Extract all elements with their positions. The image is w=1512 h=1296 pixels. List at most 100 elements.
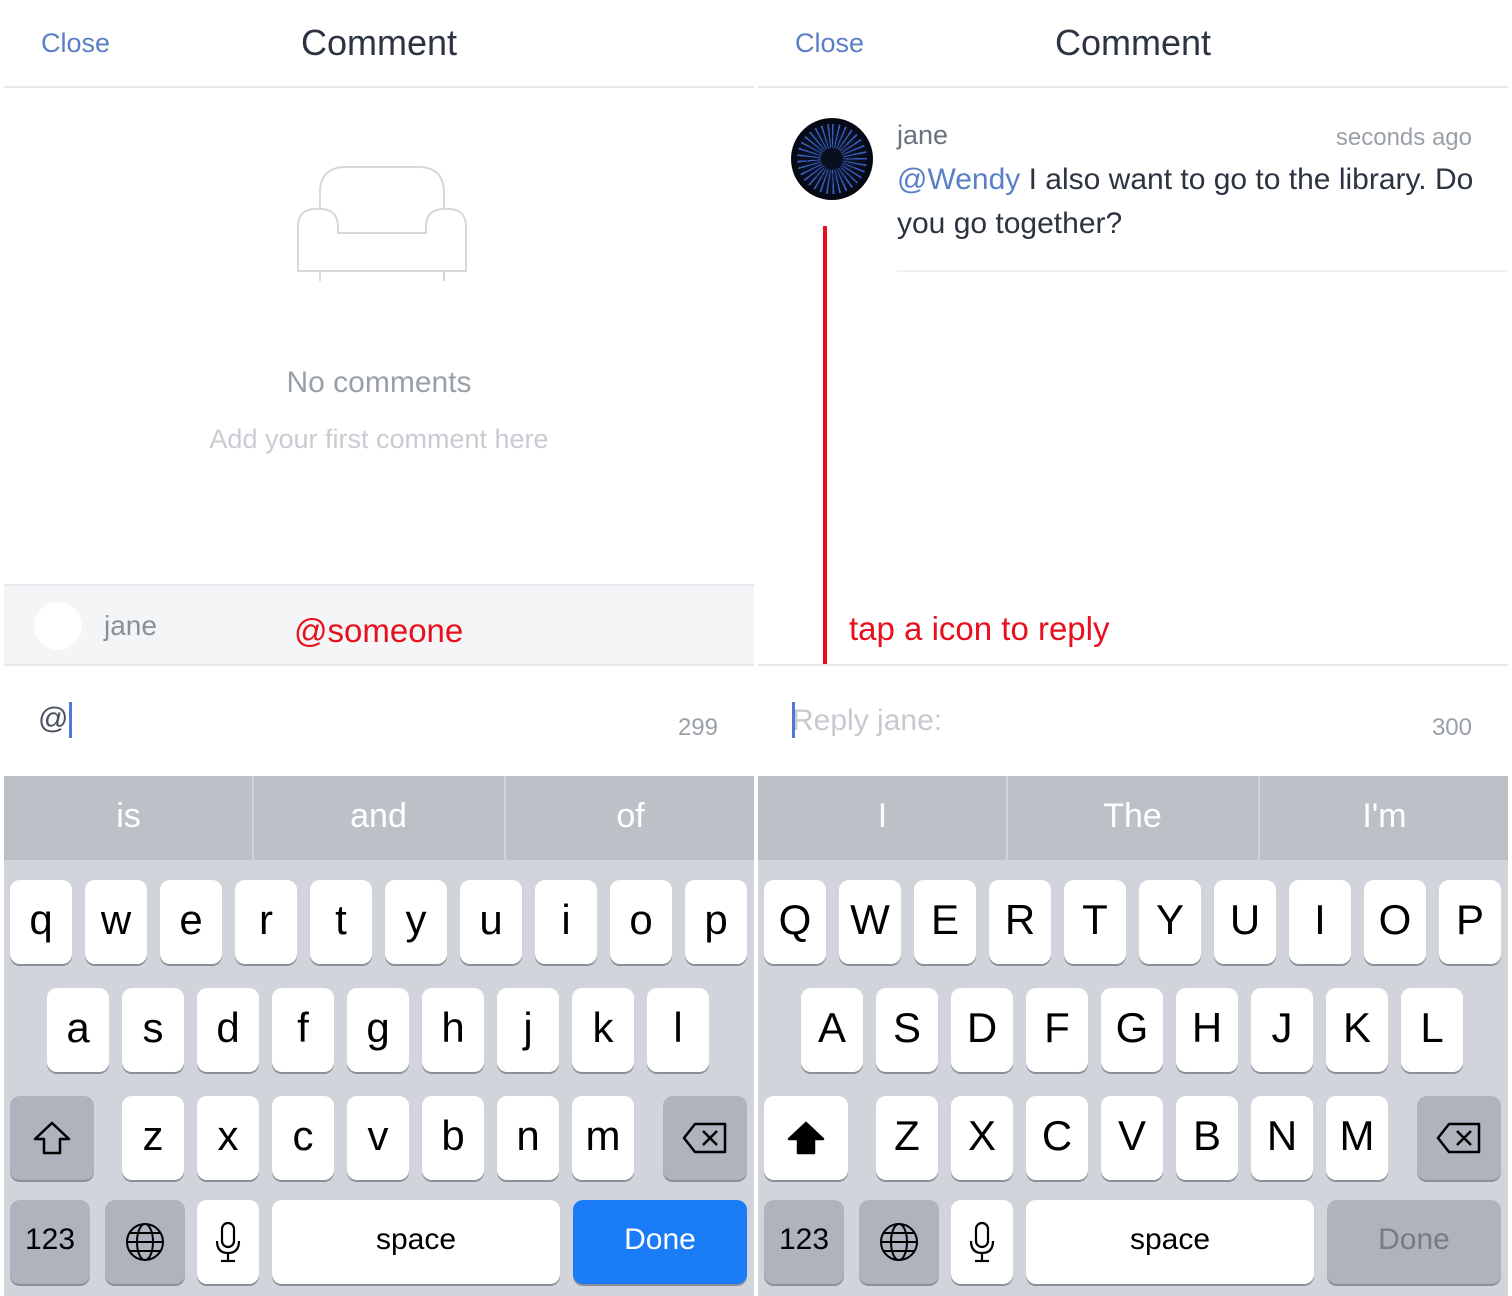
key[interactable]: B bbox=[1176, 1096, 1238, 1180]
globe-key[interactable] bbox=[105, 1200, 185, 1284]
key[interactable]: i bbox=[535, 880, 597, 964]
key[interactable]: u bbox=[460, 880, 522, 964]
suggestion[interactable]: is bbox=[4, 776, 253, 860]
key[interactable]: j bbox=[497, 988, 559, 1072]
backspace-icon bbox=[682, 1122, 727, 1154]
key[interactable]: l bbox=[647, 988, 709, 1072]
shift-icon bbox=[787, 1121, 825, 1155]
delete-key[interactable] bbox=[1417, 1096, 1501, 1180]
suggestion-bar: I The I'm bbox=[758, 776, 1508, 860]
key[interactable]: m bbox=[572, 1096, 634, 1180]
sofa-icon bbox=[294, 165, 470, 290]
empty-subtitle: Add your first comment here bbox=[209, 424, 549, 454]
microphone-icon bbox=[969, 1221, 995, 1263]
key[interactable]: J bbox=[1251, 988, 1313, 1072]
right-screen: Close Comment jane seconds ago @Wendy I … bbox=[758, 0, 1508, 1296]
key[interactable]: e bbox=[160, 880, 222, 964]
space-key[interactable]: space bbox=[1026, 1200, 1314, 1284]
key[interactable]: L bbox=[1401, 988, 1463, 1072]
key[interactable]: E bbox=[914, 880, 976, 964]
char-counter: 299 bbox=[677, 714, 718, 741]
suggestion[interactable]: of bbox=[506, 776, 754, 860]
shift-key[interactable] bbox=[10, 1096, 94, 1180]
globe-key[interactable] bbox=[859, 1200, 939, 1284]
numbers-key[interactable]: 123 bbox=[764, 1200, 844, 1284]
keyboard: I The I'm Q W E R T Y U I O P A S D F G … bbox=[758, 776, 1508, 1296]
key[interactable]: N bbox=[1251, 1096, 1313, 1180]
key[interactable]: C bbox=[1026, 1096, 1088, 1180]
input-value: @ bbox=[38, 702, 69, 735]
microphone-icon bbox=[215, 1221, 241, 1263]
key[interactable]: W bbox=[839, 880, 901, 964]
globe-icon bbox=[880, 1223, 918, 1261]
avatar[interactable] bbox=[791, 118, 873, 200]
key[interactable]: z bbox=[122, 1096, 184, 1180]
key[interactable]: F bbox=[1026, 988, 1088, 1072]
key[interactable]: G bbox=[1101, 988, 1163, 1072]
delete-key[interactable] bbox=[663, 1096, 747, 1180]
space-key[interactable]: space bbox=[272, 1200, 560, 1284]
key[interactable]: X bbox=[951, 1096, 1013, 1180]
key[interactable]: b bbox=[422, 1096, 484, 1180]
divider bbox=[897, 270, 1508, 272]
key[interactable]: Z bbox=[876, 1096, 938, 1180]
suggestion-bar: is and of bbox=[4, 776, 754, 860]
suggestion[interactable]: I'm bbox=[1260, 776, 1508, 860]
key[interactable]: V bbox=[1101, 1096, 1163, 1180]
key[interactable]: w bbox=[85, 880, 147, 964]
keyboard: is and of q w e r t y u i o p a s d f g … bbox=[4, 776, 754, 1296]
key[interactable]: Y bbox=[1139, 880, 1201, 964]
key[interactable]: R bbox=[989, 880, 1051, 964]
suggestion[interactable]: and bbox=[254, 776, 503, 860]
mic-key[interactable] bbox=[951, 1200, 1013, 1284]
key[interactable]: g bbox=[347, 988, 409, 1072]
key[interactable]: q bbox=[10, 880, 72, 964]
shift-icon bbox=[33, 1121, 71, 1155]
key[interactable]: p bbox=[685, 880, 747, 964]
suggestion[interactable]: The bbox=[1008, 776, 1257, 860]
key[interactable]: T bbox=[1064, 880, 1126, 964]
key[interactable]: k bbox=[572, 988, 634, 1072]
suggestion[interactable]: I bbox=[758, 776, 1007, 860]
key[interactable]: A bbox=[801, 988, 863, 1072]
avatar bbox=[34, 602, 82, 650]
key[interactable]: y bbox=[385, 880, 447, 964]
key[interactable]: t bbox=[310, 880, 372, 964]
key[interactable]: O bbox=[1364, 880, 1426, 964]
key[interactable]: n bbox=[497, 1096, 559, 1180]
page-title: Comment bbox=[300, 22, 458, 63]
comment-text: @Wendy I also want to go to the library.… bbox=[897, 158, 1487, 246]
key[interactable]: M bbox=[1326, 1096, 1388, 1180]
done-button[interactable]: Done bbox=[573, 1200, 747, 1284]
key[interactable]: D bbox=[951, 988, 1013, 1072]
left-screen: Close Comment No comments Add your first… bbox=[4, 0, 754, 1296]
key[interactable]: a bbox=[47, 988, 109, 1072]
key[interactable]: s bbox=[122, 988, 184, 1072]
shift-key[interactable] bbox=[764, 1096, 848, 1180]
reply-input[interactable]: Reply jane: 300 bbox=[758, 664, 1508, 774]
key[interactable]: H bbox=[1176, 988, 1238, 1072]
numbers-key[interactable]: 123 bbox=[10, 1200, 90, 1284]
key[interactable]: h bbox=[422, 988, 484, 1072]
key[interactable]: x bbox=[197, 1096, 259, 1180]
key[interactable]: r bbox=[235, 880, 297, 964]
page-title: Comment bbox=[1054, 22, 1212, 63]
key[interactable]: f bbox=[272, 988, 334, 1072]
comment-input[interactable]: @ 299 bbox=[4, 666, 754, 776]
key[interactable]: P bbox=[1439, 880, 1501, 964]
key[interactable]: K bbox=[1326, 988, 1388, 1072]
key[interactable]: S bbox=[876, 988, 938, 1072]
key[interactable]: U bbox=[1214, 880, 1276, 964]
key[interactable]: c bbox=[272, 1096, 334, 1180]
nav-header: Close Comment bbox=[4, 0, 754, 88]
key[interactable]: d bbox=[197, 988, 259, 1072]
key[interactable]: I bbox=[1289, 880, 1351, 964]
empty-title: No comments bbox=[286, 366, 472, 399]
mention-link[interactable]: @Wendy bbox=[897, 163, 1020, 196]
text-caret bbox=[792, 702, 795, 738]
mic-key[interactable] bbox=[197, 1200, 259, 1284]
key[interactable]: o bbox=[610, 880, 672, 964]
key[interactable]: Q bbox=[764, 880, 826, 964]
key[interactable]: v bbox=[347, 1096, 409, 1180]
done-button[interactable]: Done bbox=[1327, 1200, 1501, 1284]
